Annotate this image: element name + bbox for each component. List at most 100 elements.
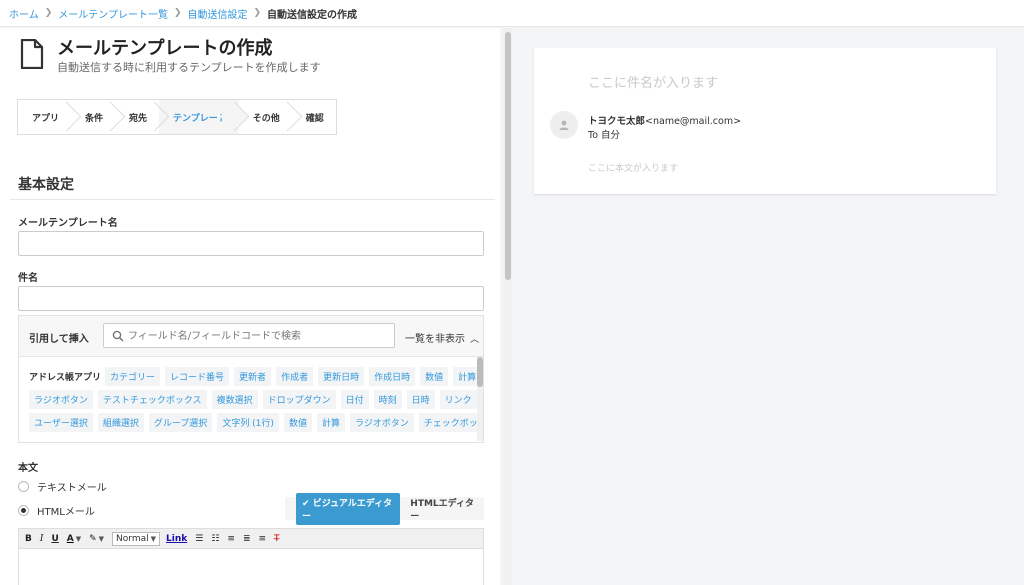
breadcrumb-template-list[interactable]: メールテンプレート一覧	[58, 6, 168, 21]
scrollbar-thumb[interactable]	[505, 32, 511, 280]
highlighter-icon: ✎	[89, 533, 97, 544]
page-title: メールテンプレートの作成	[57, 38, 273, 59]
hide-list-label: 一覧を非表示	[405, 334, 465, 345]
highlight-button[interactable]: ✎ ▼	[89, 534, 104, 544]
font-color-button[interactable]: A ▼	[67, 534, 81, 544]
preview-panel: ここに件名が入ります トヨクモ太郎<name@mail.com> To 自分 こ…	[513, 28, 1024, 585]
tag-row: アドレス帳アプリ カテゴリー レコード番号 更新者 作成者 更新日時 作成日時 …	[29, 367, 483, 386]
breadcrumb: ホーム ❯ メールテンプレート一覧 ❯ 自動送信設定 ❯ 自動送信設定の作成	[0, 0, 1024, 27]
radio-label: HTMLメール	[37, 507, 95, 518]
field-tag[interactable]: レコード番号	[165, 367, 230, 386]
caret-down-icon: ▼	[98, 534, 105, 543]
chevron-right-icon: ❯	[44, 8, 53, 18]
tab-visual-editor[interactable]: ✔ ビジュアルエディター	[296, 492, 401, 525]
insert-label: 引用して挿入	[29, 334, 89, 345]
hide-list-toggle[interactable]: 一覧を非表示 ︿	[405, 330, 479, 345]
document-icon	[20, 39, 44, 69]
template-name-label: メールテンプレート名	[18, 218, 118, 229]
field-tag[interactable]: 文字列 (1行)	[217, 413, 279, 432]
field-tag[interactable]: 組織選択	[97, 413, 144, 432]
bullet-list-icon[interactable]: ☰	[195, 534, 203, 544]
field-tag[interactable]: 日付	[340, 390, 369, 409]
italic-button[interactable]: I	[40, 534, 44, 544]
field-tag[interactable]: グループ選択	[148, 413, 213, 432]
subject-input[interactable]	[18, 286, 484, 311]
format-select-value: Normal	[116, 533, 149, 544]
caret-down-icon: ▼	[150, 534, 157, 543]
field-tag[interactable]: リンク	[439, 390, 477, 409]
font-color-icon: A	[66, 533, 74, 544]
format-select[interactable]: Normal ▼	[112, 531, 161, 546]
field-tag[interactable]: 数値	[420, 367, 449, 386]
field-search-input[interactable]	[128, 327, 388, 345]
rich-text-toolbar: B I U A ▼ ✎ ▼ Normal ▼ Link ☰ ☷ ≡ ≣ ≡ T̶	[18, 528, 484, 549]
field-insert-panel: 引用して挿入 一覧を非表示 ︿ アドレス帳アプリ カテゴリー レコード番号 更新者…	[18, 315, 484, 443]
page-subtitle: 自動送信する時に利用するテンプレートを作成します	[57, 61, 321, 74]
preview-to: To 自分	[588, 130, 621, 141]
field-tag[interactable]: テストチェックボックス	[97, 390, 207, 409]
field-tag[interactable]: 数値	[283, 413, 312, 432]
radio-text-mail[interactable]: テキストメール	[18, 479, 107, 494]
step-progress: アプリ 条件 宛先 テンプレート その他 確認	[17, 99, 337, 135]
body-label: 本文	[18, 463, 38, 474]
field-tag[interactable]: 複数選択	[211, 390, 258, 409]
field-tag[interactable]: ドロップダウン	[262, 390, 336, 409]
breadcrumb-home[interactable]: ホーム	[9, 6, 39, 21]
field-tag[interactable]: ラジオボタン	[29, 390, 93, 409]
user-icon	[559, 120, 569, 130]
page-scrollbar[interactable]	[503, 28, 512, 585]
chevron-right-icon: ❯	[173, 8, 182, 18]
bold-button[interactable]: B	[25, 534, 32, 544]
field-tag[interactable]: チェックボックス	[418, 413, 483, 432]
field-tag[interactable]: 更新者	[234, 367, 272, 386]
underline-button[interactable]: U	[51, 534, 58, 544]
align-center-icon[interactable]: ≣	[243, 534, 251, 544]
tag-row: ユーザー選択 組織選択 グループ選択 文字列 (1行) 数値 計算 ラジオボタン…	[29, 413, 483, 432]
field-tag[interactable]: カテゴリー	[105, 367, 161, 386]
mail-preview-card: ここに件名が入ります トヨクモ太郎<name@mail.com> To 自分 こ…	[534, 48, 996, 194]
align-right-icon[interactable]: ≡	[258, 534, 266, 544]
align-left-icon[interactable]: ≡	[227, 534, 235, 544]
form-panel: メールテンプレートの作成 自動送信する時に利用するテンプレートを作成します アプ…	[0, 28, 500, 585]
avatar	[550, 111, 578, 139]
tab-visual-label: ビジュアルエディター	[302, 498, 393, 522]
step-app[interactable]: アプリ	[18, 100, 71, 134]
field-tag[interactable]: ユーザー選択	[29, 413, 93, 432]
tab-html-editor[interactable]: HTMLエディター	[404, 493, 484, 525]
tag-list-scrollbar[interactable]	[477, 357, 483, 441]
breadcrumb-current: 自動送信設定の作成	[267, 9, 358, 21]
radio-html-mail[interactable]: HTMLメール	[18, 503, 95, 518]
field-tag-list: アドレス帳アプリ カテゴリー レコード番号 更新者 作成者 更新日時 作成日時 …	[19, 356, 483, 442]
chevron-right-icon: ❯	[253, 8, 262, 18]
body-editor[interactable]	[18, 549, 484, 585]
field-tag[interactable]: 時刻	[373, 390, 402, 409]
scrollbar-thumb[interactable]	[477, 357, 483, 387]
radio-button[interactable]	[18, 481, 29, 492]
numbered-list-icon[interactable]: ☷	[211, 534, 219, 544]
tag-group-label: アドレス帳アプリ	[29, 373, 102, 383]
search-icon	[112, 330, 124, 342]
subject-label: 件名	[18, 273, 38, 284]
preview-from: トヨクモ太郎<name@mail.com>	[588, 113, 741, 127]
field-tag[interactable]: 計算	[316, 413, 345, 432]
tag-row: ラジオボタン テストチェックボックス 複数選択 ドロップダウン 日付 時刻 日時…	[29, 390, 482, 409]
template-name-input[interactable]	[18, 231, 484, 256]
chevron-up-icon: ︿	[470, 335, 480, 345]
clear-format-icon[interactable]: T̶	[274, 534, 280, 544]
preview-from-name: トヨクモ太郎	[588, 116, 646, 127]
caret-down-icon: ▼	[75, 534, 82, 543]
field-insert-header: 引用して挿入 一覧を非表示 ︿	[19, 316, 483, 356]
radio-label: テキストメール	[37, 483, 107, 494]
step-template[interactable]: テンプレート	[159, 100, 239, 134]
link-button[interactable]: Link	[166, 534, 187, 544]
field-tag[interactable]: 更新日時	[318, 367, 365, 386]
radio-button-selected[interactable]	[18, 505, 29, 516]
field-tag[interactable]: 作成者	[276, 367, 314, 386]
editor-mode-tabs: ✔ ビジュアルエディター HTMLエディター	[285, 492, 484, 525]
breadcrumb-auto-send[interactable]: 自動送信設定	[188, 6, 248, 21]
divider	[10, 199, 495, 200]
field-tag[interactable]: 作成日時	[369, 367, 416, 386]
preview-from-email: <name@mail.com>	[645, 116, 742, 127]
field-tag[interactable]: 日時	[406, 390, 435, 409]
field-tag[interactable]: ラジオボタン	[349, 413, 414, 432]
